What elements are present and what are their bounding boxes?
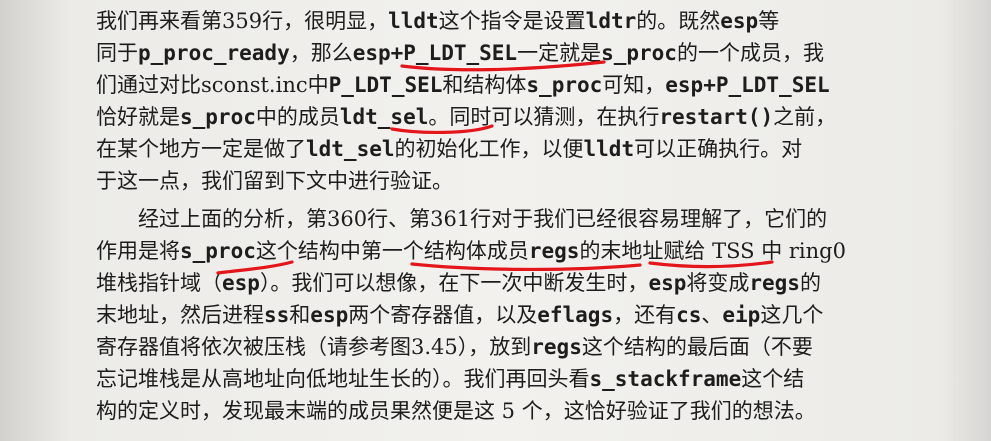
code-identifier: esp+P_LDT_SEL (665, 73, 830, 97)
text-run: 经过上面的分析，第360行、第361行对于我们已经很容易理解了，它们的 (96, 207, 828, 231)
code-identifier: regs (531, 335, 582, 359)
text-run: 的一个成员，我 (676, 41, 824, 65)
text-line: 忘记堆栈是从高地址向低地址生长的）。我们再回头看s_stackframe这个结 (96, 364, 804, 394)
text-run: 中的成员 (255, 105, 340, 129)
text-run: 的。既然 (636, 9, 721, 33)
code-identifier: p_proc_ready (138, 41, 290, 65)
code-identifier: ss (264, 303, 290, 327)
code-identifier: ldt_sel (339, 105, 429, 129)
code-identifier: ldt_sel (306, 137, 395, 161)
text-run: 和结构体 (442, 73, 527, 97)
text-line: 末地址，然后进程ss和esp两个寄存器值，以及eflags，还有cs、eip这几… (96, 300, 823, 330)
code-identifier: s_proc (526, 73, 603, 97)
code-identifier: P_LDT_SEL (328, 73, 443, 97)
code-identifier: cs (676, 303, 702, 327)
text-run: 于这一点，我们留到下文中进行验证。 (96, 169, 453, 193)
code-identifier: regs (528, 239, 580, 263)
text-run: 的 (799, 271, 821, 295)
text-run: 同于 (96, 41, 138, 65)
text-run: 构的定义时，发现最末端的成员果然便是这 5 个，这恰好验证了我们的想法。 (96, 399, 816, 423)
text-line: 同于p_proc_ready，那么esp+P_LDT_SEL一定就是s_proc… (96, 38, 824, 68)
text-run: 将变成 (686, 271, 750, 295)
text-line: 在某个地方一定是做了ldt_sel的初始化工作，以便lldt可以正确执行。对 (96, 134, 802, 164)
code-identifier: eflags (537, 303, 614, 327)
code-identifier: esp+P_LDT_SEL (352, 41, 518, 65)
text-run: 一定就是 (517, 41, 602, 65)
text-line: 恰好就是s_proc中的成员ldt_sel。同时可以猜测，在执行restart(… (96, 102, 836, 132)
code-identifier: esp (222, 271, 260, 295)
text-run: 可知， (602, 73, 666, 97)
text-run: 这个指令是设置 (438, 9, 586, 33)
text-run: ，还有 (613, 303, 677, 327)
code-identifier: eip (722, 303, 761, 327)
text-run: 末地址，然后进程 (96, 303, 264, 327)
text-run: 恰好就是 (96, 105, 180, 129)
text-line: 寄存器值将依次被压栈（请参考图3.45），放到regs这个结构的最后面（不要 (96, 332, 813, 362)
code-identifier: ldtr (585, 9, 637, 33)
code-identifier: esp (720, 9, 759, 33)
code-identifier: esp (648, 271, 687, 295)
text-run: 作用是将 (96, 239, 180, 263)
code-identifier: s_proc (601, 41, 677, 65)
code-identifier: regs (749, 271, 800, 295)
text-run: ，那么 (289, 41, 353, 65)
text-line: 我们再来看第359行，很明显，lldt这个指令是设置ldtr的。既然esp等 (96, 6, 779, 36)
text-run: 在某个地方一定是做了 (96, 137, 306, 161)
text-run: 的初始化工作，以便 (394, 137, 584, 161)
text-run: 忘记堆栈是从高地址向低地址生长的）。我们再回头看 (96, 367, 590, 391)
text-run: 、 (701, 303, 723, 327)
text-run: 可以正确执行。对 (634, 137, 803, 161)
text-run: 这个结构的最后面（不要 (581, 335, 813, 359)
text-run: 这几个 (760, 303, 824, 327)
text-run: 这个结 (741, 367, 805, 391)
code-identifier: s_proc (180, 105, 256, 129)
text-run: 的末地址赋给 TSS 中 ring0 (579, 239, 846, 263)
text-line: 构的定义时，发现最末端的成员果然便是这 5 个，这恰好验证了我们的想法。 (96, 396, 816, 426)
text-run: 这个结构中第一个结构体成员 (255, 239, 529, 263)
book-page: 我们再来看第359行，很明显，lldt这个指令是设置ldtr的。既然esp等 同于… (0, 0, 991, 441)
text-line: 堆栈指针域（esp）。我们可以想像，在下一次中断发生时，esp将变成regs的 (96, 268, 821, 298)
code-identifier: lldt (388, 9, 439, 33)
text-run: 寄存器值将依次被压栈（请参考图3.45），放到 (96, 335, 532, 359)
text-run: ）。我们可以想像，在下一次中断发生时， (259, 271, 649, 295)
code-identifier: esp (310, 303, 349, 327)
text-run: 堆栈指针域（ (96, 271, 222, 295)
text-line: 们通过对比sconst.inc中P_LDT_SEL和结构体s_proc可知，es… (96, 70, 830, 100)
text-line: 经过上面的分析，第360行、第361行对于我们已经很容易理解了，它们的 (96, 204, 827, 234)
code-identifier: lldt (583, 137, 635, 161)
code-identifier: s_stackframe (589, 367, 742, 391)
text-run: 之前， (773, 105, 837, 129)
text-run: 。同时可以猜测，在执行 (428, 105, 660, 129)
text-line: 作用是将s_proc这个结构中第一个结构体成员regs的末地址赋给 TSS 中 … (96, 236, 846, 266)
text-run: 们通过对比sconst.inc中 (96, 73, 329, 97)
text-run: 和 (289, 303, 311, 327)
text-run: 我们再来看第359行，很明显， (96, 9, 389, 33)
code-identifier: s_proc (180, 239, 256, 263)
text-run: 等 (758, 9, 780, 33)
code-identifier: restart() (659, 105, 774, 129)
text-run: 两个寄存器值，以及 (348, 303, 538, 327)
text-line: 于这一点，我们留到下文中进行验证。 (96, 166, 453, 196)
